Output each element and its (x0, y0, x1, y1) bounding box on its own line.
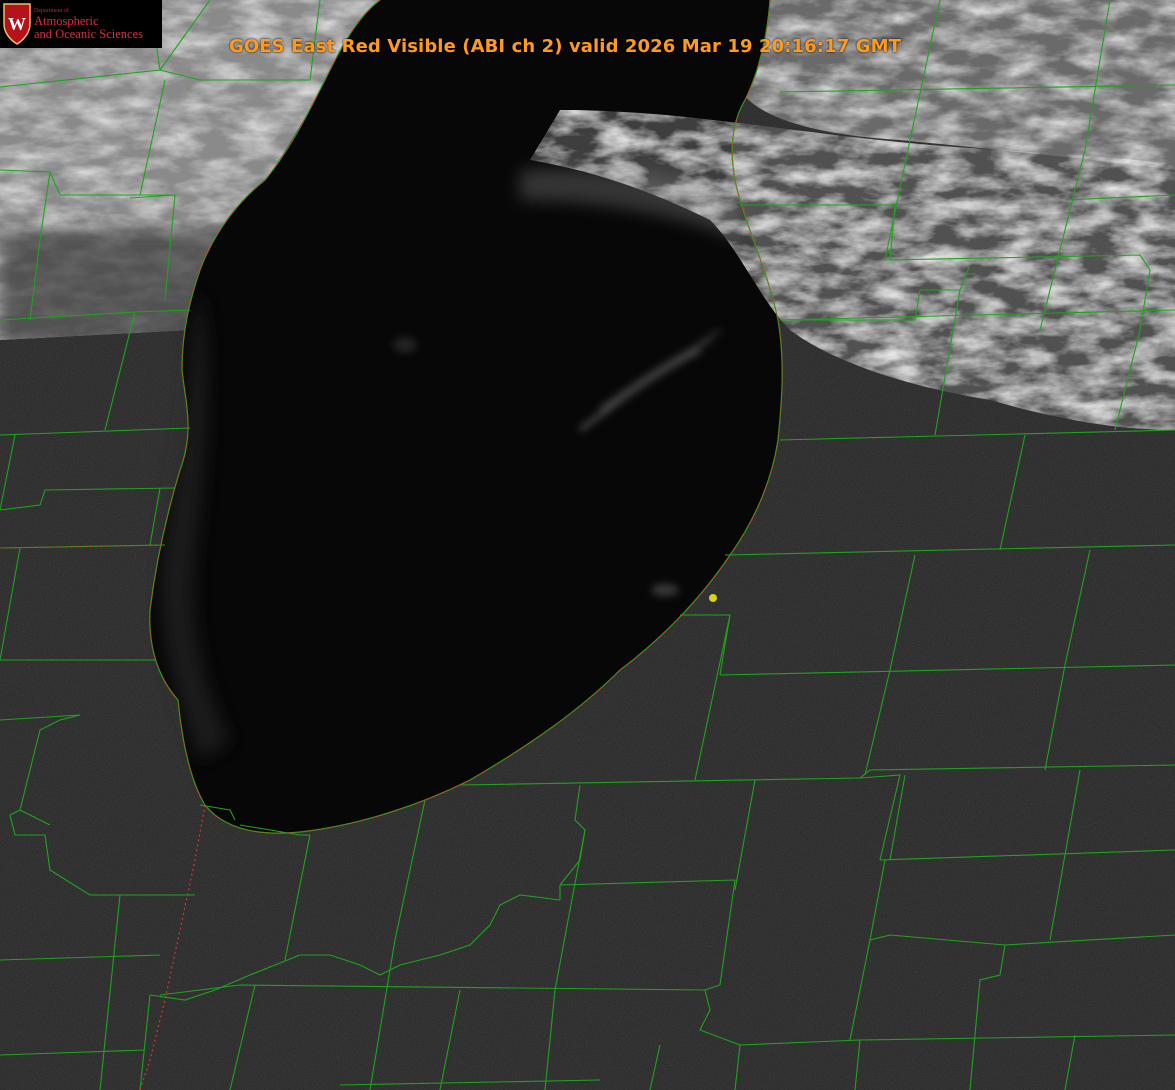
crest-letter: W (8, 14, 26, 34)
station-marker[interactable] (709, 594, 717, 602)
crest-icon: W (3, 3, 31, 45)
map-canvas (0, 0, 1175, 1090)
logo-name-line2: and Oceanic Sciences (34, 27, 143, 41)
satellite-map: W Department of Atmospheric and Oceanic … (0, 0, 1175, 1090)
image-title: GOES East Red Visible (ABI ch 2) valid 2… (229, 36, 901, 57)
logo-panel: W Department of Atmospheric and Oceanic … (0, 0, 162, 48)
logo-text: Department of Atmospheric and Oceanic Sc… (34, 8, 143, 41)
